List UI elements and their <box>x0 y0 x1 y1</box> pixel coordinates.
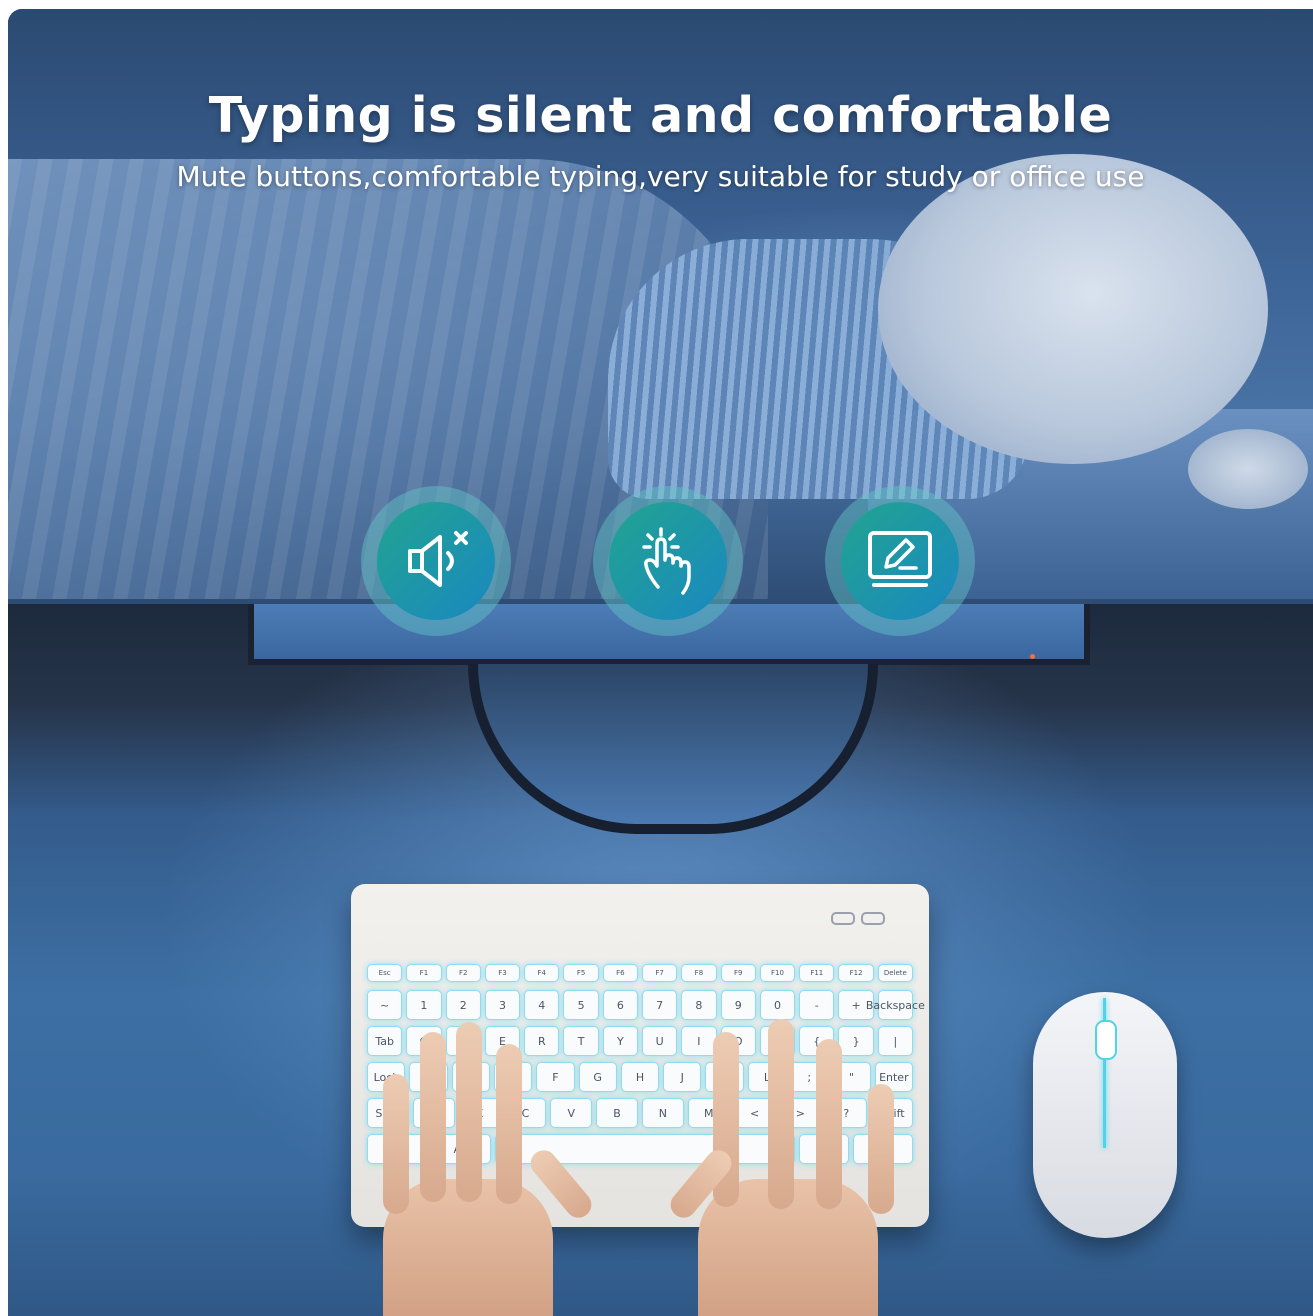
right-finger <box>768 1019 794 1209</box>
indicator-light <box>831 912 855 925</box>
keyboard-desk-photo: Esc F1 F2 F3 F4 F5 F6 F7 F8 F9 F10 F11 F12 Delete ~1 2 3… <box>8 604 1313 1316</box>
keyboard-key: U <box>642 1026 678 1056</box>
page-title: Typing is silent and comfortable <box>208 87 1113 144</box>
baby-head <box>878 154 1268 464</box>
monitor-stand <box>468 664 878 834</box>
keyboard-key: F10 <box>759 964 796 982</box>
right-finger <box>816 1039 842 1209</box>
keyboard-key: ~ <box>367 990 403 1020</box>
left-finger <box>496 1044 522 1204</box>
baby-hand <box>1188 429 1308 509</box>
keyboard-key: 0 <box>759 990 796 1020</box>
mouse-scroll-wheel <box>1095 1020 1117 1060</box>
keyboard-key: F11 <box>799 964 835 982</box>
keyboard-key: F9 <box>720 964 756 982</box>
keyboard-indicator-lights <box>831 910 891 925</box>
keyboard-key: 6 <box>602 990 638 1020</box>
heading: Typing is silent and comfortable Mute bu… <box>8 87 1313 193</box>
keyboard-key: 9 <box>720 990 756 1020</box>
keyboard-key: F3 <box>484 964 521 982</box>
keyboard-key: N <box>642 1098 684 1128</box>
keyboard-key: F8 <box>681 964 717 982</box>
keyboard-key: F1 <box>406 964 442 982</box>
keyboard-key: G <box>578 1062 617 1092</box>
keyboard-key: V <box>550 1098 593 1128</box>
keyboard-key: T <box>563 1026 599 1056</box>
mute-icon-badge <box>361 486 511 636</box>
keyboard-key: 8 <box>681 990 717 1020</box>
keyboard-key: 1 <box>406 990 442 1020</box>
touch-tap-icon <box>642 527 691 595</box>
keyboard-key: 2 <box>445 990 481 1020</box>
keyboard-key: F7 <box>642 964 678 982</box>
keyboard-key: } <box>838 1026 874 1056</box>
left-finger <box>420 1032 446 1202</box>
keyboard-key: I <box>681 1026 717 1056</box>
product-image: Typing is silent and comfortable Mute bu… <box>8 9 1313 1316</box>
keyboard-key: F2 <box>445 964 481 982</box>
keyboard-key: 4 <box>524 990 560 1020</box>
keyboard-key: F12 <box>838 964 874 982</box>
screen-icon-badge <box>825 486 975 636</box>
keyboard-key: Esc <box>367 964 403 982</box>
keyboard-key: 5 <box>563 990 599 1020</box>
keyboard-key: F <box>536 1062 575 1092</box>
keyboard-key: 7 <box>642 990 678 1020</box>
keyboard-key: Backspace <box>866 990 925 1020</box>
keyboard-key: F6 <box>602 964 638 982</box>
keyboard-key: 3 <box>484 990 521 1020</box>
keyboard-key: Delete <box>877 964 913 982</box>
keyboard-key: B <box>596 1098 638 1128</box>
left-finger <box>456 1022 482 1202</box>
page-subtitle: Mute buttons,comfortable typing,very sui… <box>176 160 1145 193</box>
wireless-mouse <box>1033 992 1177 1238</box>
keyboard-key: J <box>663 1062 702 1092</box>
mute-speaker-icon <box>408 531 468 587</box>
keyboard-key: Y <box>602 1026 638 1056</box>
keyboard-key: | <box>877 1026 913 1056</box>
keyboard-key: F4 <box>524 964 560 982</box>
keyboard-key: - <box>799 990 835 1020</box>
monitor-power-led <box>1030 654 1035 659</box>
indicator-light <box>861 912 885 925</box>
touch-icon-badge <box>593 486 743 636</box>
screen-edit-icon <box>868 531 932 587</box>
keyboard-key: H <box>620 1062 660 1092</box>
left-finger <box>383 1074 409 1214</box>
keyboard-key: F5 <box>563 964 599 982</box>
keyboard-key: R <box>524 1026 560 1056</box>
keyboard-key: Tab <box>367 1026 403 1056</box>
right-finger <box>868 1084 894 1214</box>
